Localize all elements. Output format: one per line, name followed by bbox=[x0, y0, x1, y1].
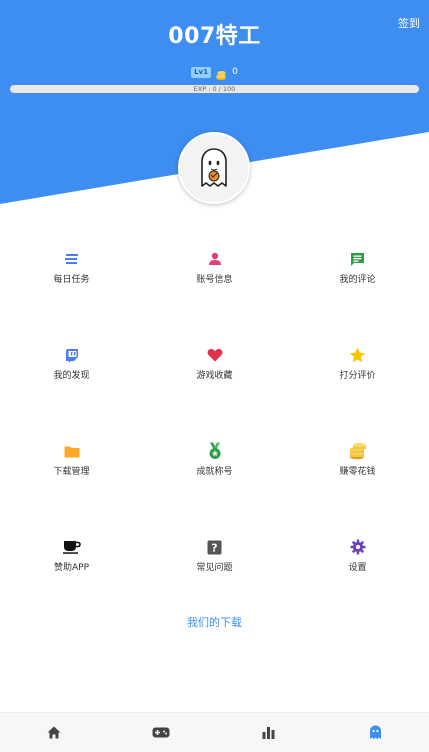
menu-earn-money[interactable]: 赚零花钱 bbox=[286, 432, 429, 492]
menu-label: 我的评论 bbox=[339, 275, 376, 285]
twitch-icon bbox=[63, 346, 81, 364]
chart-icon bbox=[262, 727, 275, 739]
exp-text: EXP : 0 / 100 bbox=[193, 85, 236, 93]
coins-icon bbox=[215, 66, 227, 81]
menu-label: 每日任务 bbox=[53, 275, 90, 285]
folder-icon bbox=[63, 442, 81, 460]
menu-game-favorites[interactable]: 游戏收藏 bbox=[143, 336, 286, 396]
menu-label: 常见问题 bbox=[196, 563, 233, 573]
nav-profile[interactable] bbox=[322, 713, 429, 752]
bottom-nav bbox=[0, 712, 429, 752]
menu-label: 赚零花钱 bbox=[339, 467, 376, 477]
menu-achievements[interactable]: 成就称号 bbox=[143, 432, 286, 492]
level-row: Lv1 0 bbox=[0, 66, 429, 81]
menu-my-comments[interactable]: 我的评论 bbox=[286, 240, 429, 300]
star-icon bbox=[349, 346, 367, 364]
nav-games[interactable] bbox=[107, 713, 214, 752]
help-icon: ? bbox=[206, 538, 224, 556]
level-badge: Lv1 bbox=[191, 66, 212, 78]
menu-label: 成就称号 bbox=[196, 467, 233, 477]
menu-label: 账号信息 bbox=[196, 275, 233, 285]
medal-icon bbox=[206, 442, 224, 460]
gamepad-icon bbox=[152, 727, 170, 738]
menu-faq[interactable]: ? 常见问题 bbox=[143, 528, 286, 588]
gear-icon bbox=[349, 538, 367, 556]
list-icon bbox=[63, 250, 81, 268]
menu-settings[interactable]: 设置 bbox=[286, 528, 429, 588]
heart-icon bbox=[206, 346, 224, 364]
menu-my-discovery[interactable]: 我的发现 bbox=[0, 336, 143, 396]
avatar[interactable] bbox=[178, 132, 250, 204]
menu-label: 下载管理 bbox=[53, 467, 90, 477]
ghost-avatar-icon bbox=[201, 148, 227, 187]
menu-label: 游戏收藏 bbox=[196, 371, 233, 381]
menu-sponsor-app[interactable]: 赞助APP bbox=[0, 528, 143, 588]
home-icon bbox=[47, 726, 61, 739]
menu-label: 赞助APP bbox=[53, 563, 89, 573]
person-icon bbox=[206, 250, 224, 268]
coffee-icon bbox=[62, 538, 81, 556]
menu-label: 打分评价 bbox=[339, 371, 376, 381]
comment-icon bbox=[349, 250, 367, 268]
coin-count: 0 bbox=[232, 67, 238, 77]
menu-label: 设置 bbox=[348, 563, 367, 573]
exp-progress-bar: EXP : 0 / 100 bbox=[10, 85, 419, 93]
menu-account-info[interactable]: 账号信息 bbox=[143, 240, 286, 300]
nav-home[interactable] bbox=[0, 713, 107, 752]
coins-icon bbox=[349, 442, 367, 460]
nav-charts[interactable] bbox=[215, 713, 322, 752]
menu-label: 我的发现 bbox=[53, 371, 90, 381]
menu-download-manager[interactable]: 下载管理 bbox=[0, 432, 143, 492]
page-title: 007特工 bbox=[168, 24, 261, 49]
our-downloads-link[interactable]: 我们的下载 bbox=[0, 614, 429, 630]
menu-rate-review[interactable]: 打分评价 bbox=[286, 336, 429, 396]
menu-daily-tasks[interactable]: 每日任务 bbox=[0, 240, 143, 300]
ghost-icon bbox=[369, 725, 381, 739]
svg-text:?: ? bbox=[211, 541, 217, 554]
